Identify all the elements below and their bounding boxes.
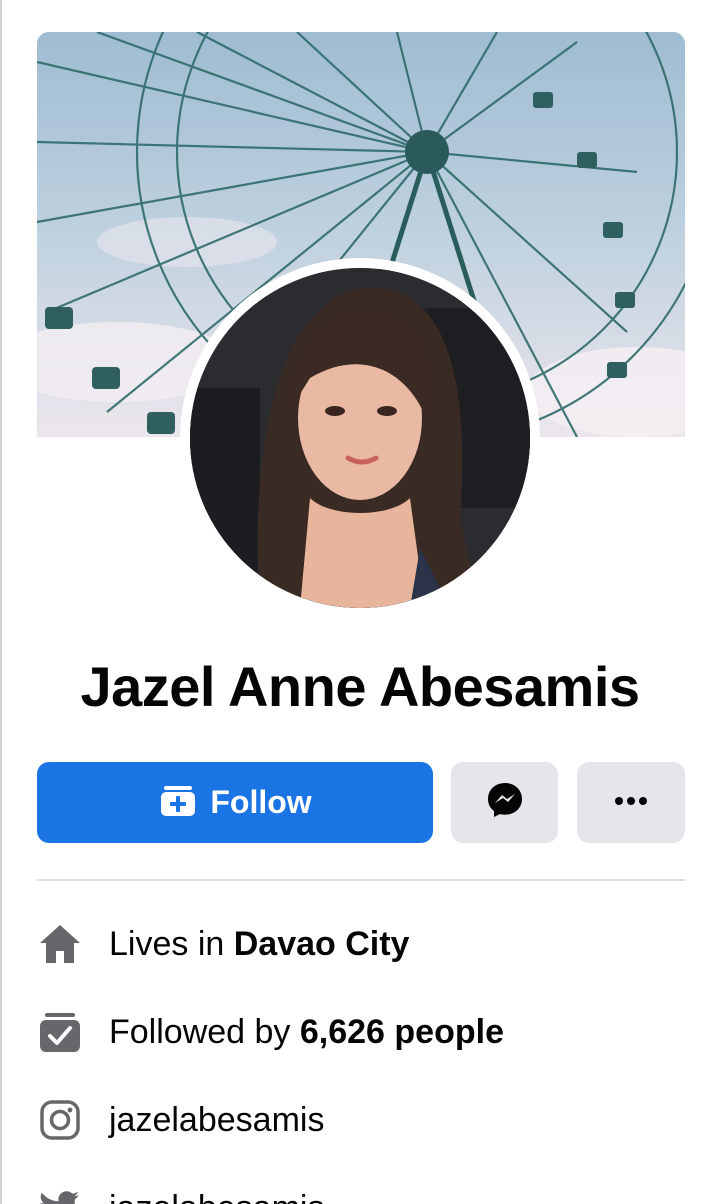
followers-count[interactable]: 6,626 people <box>300 1013 504 1051</box>
more-dots-icon <box>613 794 649 812</box>
detail-followers: Followed by 6,626 people <box>37 1002 685 1062</box>
message-button[interactable] <box>451 762 558 843</box>
detail-instagram[interactable]: jazelabesamis <box>37 1090 685 1150</box>
page-edge <box>0 0 2 1204</box>
twitter-icon <box>37 1185 83 1204</box>
section-divider <box>37 879 685 881</box>
profile-name: Jazel Anne Abesamis <box>80 655 640 718</box>
instagram-icon <box>37 1097 83 1143</box>
detail-twitter[interactable]: jazelabesamis <box>37 1178 685 1204</box>
instagram-handle[interactable]: jazelabesamis <box>109 1101 324 1140</box>
follow-button[interactable]: Follow <box>37 762 433 843</box>
follow-label: Follow <box>210 784 312 820</box>
detail-lives-in: Lives in Davao City <box>37 914 685 974</box>
messenger-icon <box>485 780 525 825</box>
profile-avatar[interactable] <box>190 268 530 608</box>
followers-icon <box>37 1009 83 1055</box>
home-icon <box>37 921 83 967</box>
detail-text: Lives in Davao City <box>109 924 410 963</box>
twitter-handle[interactable]: jazelabesamis <box>109 1189 324 1204</box>
more-button[interactable] <box>577 762 685 843</box>
follow-icon <box>158 780 198 825</box>
detail-text: Followed by 6,626 people <box>109 1012 504 1051</box>
city-link[interactable]: Davao City <box>234 925 410 963</box>
